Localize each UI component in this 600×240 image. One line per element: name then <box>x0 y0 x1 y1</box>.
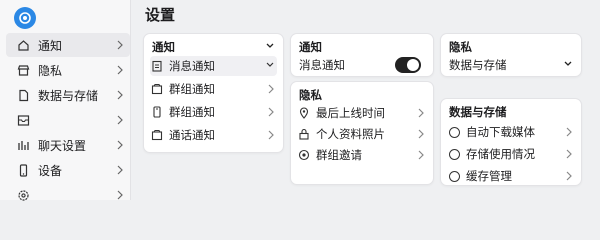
notifications-toggle-panel: 通知 消息通知 <box>290 33 434 77</box>
chevron-down-icon <box>265 60 275 70</box>
inbox-icon <box>16 113 30 127</box>
lock-icon <box>297 127 311 141</box>
store-icon <box>16 63 30 77</box>
toggle-row: 消息通知 <box>299 55 427 75</box>
sidebar-item-notifications[interactable]: 通知 <box>6 33 130 57</box>
location-icon <box>297 106 311 120</box>
list-item-label: 通话通知 <box>169 128 215 142</box>
radio-button[interactable] <box>448 126 460 138</box>
list-item-label: 群组通知 <box>169 82 215 96</box>
list-item-label: 自动下载媒体 <box>466 125 535 139</box>
list-item-label: 缓存管理 <box>466 169 512 183</box>
gear-icon <box>16 188 30 202</box>
chevron-right-icon <box>267 129 275 141</box>
panel-title: 隐私 <box>449 40 472 54</box>
clipboard-icon <box>150 59 164 73</box>
list-item-group-notify-2[interactable]: 群组通知 <box>150 102 277 122</box>
chart-icon <box>16 138 30 152</box>
list-item-label: 群组通知 <box>169 105 215 119</box>
list-item-group-invite[interactable]: 群组邀请 <box>297 145 427 165</box>
sidebar-item-label: 数据与存储 <box>38 88 99 103</box>
privacy-panel: 隐私 最后上线时间 个人资料照片 群组邀请 <box>290 81 434 185</box>
sidebar: 通知 隐私 数据与存储 聊天设置 设备 <box>0 0 131 201</box>
list-item-label: 消息通知 <box>169 59 215 73</box>
toggle-label: 消息通知 <box>299 58 345 72</box>
list-item-label: 最后上线时间 <box>316 106 385 120</box>
list-item-auto-download[interactable]: 自动下载媒体 <box>447 122 575 142</box>
chevron-right-icon <box>565 126 573 138</box>
app-logo <box>14 7 36 29</box>
list-item-profile-photo[interactable]: 个人资料照片 <box>297 124 427 144</box>
data-storage-panel: 数据与存储 自动下载媒体 存储使用情况 缓存管理 <box>440 98 582 186</box>
dropdown-label: 数据与存储 <box>449 58 507 72</box>
chevron-right-icon <box>116 114 124 126</box>
box-icon <box>150 82 164 96</box>
list-item-call-notify[interactable]: 通话通知 <box>150 125 277 145</box>
mobile-icon <box>16 163 30 177</box>
sidebar-item-settings[interactable] <box>6 183 130 207</box>
list-item-cache-management[interactable]: 缓存管理 <box>447 166 575 186</box>
sidebar-item-label: 设备 <box>38 163 63 178</box>
chevron-right-icon <box>565 170 573 182</box>
chevron-right-icon <box>565 148 573 160</box>
data-storage-dropdown[interactable]: 数据与存储 <box>449 55 575 75</box>
box-icon <box>150 128 164 142</box>
sidebar-item-privacy[interactable]: 隐私 <box>6 58 130 82</box>
panel-title: 隐私 <box>299 88 322 102</box>
privacy-dropdown-panel: 隐私 数据与存储 <box>440 33 582 77</box>
chevron-down-icon <box>563 59 573 69</box>
sidebar-item-inbox[interactable] <box>6 108 130 132</box>
chevron-right-icon <box>116 139 124 151</box>
home-icon <box>16 38 30 52</box>
chevron-right-icon <box>417 107 425 119</box>
panel-title: 数据与存储 <box>449 105 507 119</box>
chevron-right-icon <box>267 83 275 95</box>
chevron-right-icon <box>116 64 124 76</box>
sidebar-item-label: 通知 <box>38 38 63 53</box>
chevron-right-icon <box>116 164 124 176</box>
list-item-label: 存储使用情况 <box>466 147 535 161</box>
list-item-storage-usage[interactable]: 存储使用情况 <box>447 144 575 164</box>
list-item-message-notify[interactable]: 消息通知 <box>150 56 277 76</box>
logo-icon <box>19 12 31 24</box>
chevron-right-icon <box>267 106 275 118</box>
chevron-right-icon <box>116 189 124 201</box>
panel-title: 通知 <box>299 40 322 54</box>
list-item-group-notify[interactable]: 群组通知 <box>150 79 277 99</box>
page-title: 设置 <box>145 6 176 24</box>
file-icon <box>16 88 30 102</box>
list-item-last-seen[interactable]: 最后上线时间 <box>297 103 427 123</box>
list-item-label: 个人资料照片 <box>316 127 385 141</box>
sidebar-item-devices[interactable]: 设备 <box>6 158 130 182</box>
list-item-label: 群组邀请 <box>316 148 362 162</box>
target-icon <box>297 148 311 162</box>
chevron-right-icon <box>417 128 425 140</box>
chevron-right-icon <box>116 39 124 51</box>
phone-icon <box>150 105 164 119</box>
radio-button[interactable] <box>448 148 460 160</box>
radio-button[interactable] <box>448 170 460 182</box>
sidebar-item-label: 聊天设置 <box>38 138 87 153</box>
chevron-down-icon[interactable] <box>265 42 275 50</box>
sidebar-item-label: 隐私 <box>38 63 63 78</box>
message-notify-toggle[interactable] <box>395 57 421 73</box>
notifications-panel: 通知 消息通知 群组通知 群组通知 通话通知 <box>143 33 284 153</box>
panel-title: 通知 <box>152 40 175 54</box>
chevron-right-icon <box>417 149 425 161</box>
sidebar-item-chat-settings[interactable]: 聊天设置 <box>6 133 130 157</box>
chevron-right-icon <box>116 89 124 101</box>
sidebar-item-data-storage[interactable]: 数据与存储 <box>6 83 130 107</box>
